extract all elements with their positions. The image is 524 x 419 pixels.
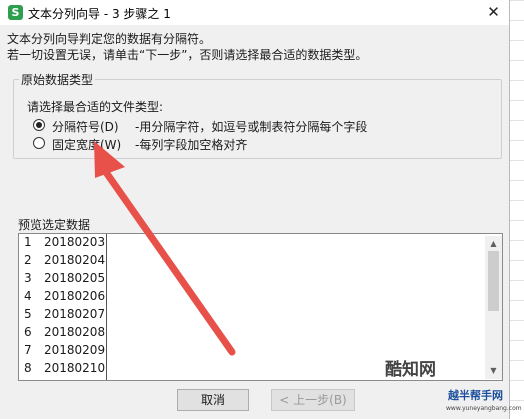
row-value: 20180207 xyxy=(44,307,106,321)
delimited-description: -用分隔字符，如逗号或制表符分隔每个字段 xyxy=(135,120,368,134)
row-value: 20180208 xyxy=(44,325,106,339)
preview-scrollbar[interactable]: ▲ ▼ xyxy=(485,236,502,379)
row-value: 20180203 xyxy=(44,235,106,249)
watermark-url: www.yuneyangbang.com xyxy=(446,405,522,412)
row-number: 5 xyxy=(24,307,32,321)
fixed-width-label[interactable]: 固定宽度(W) xyxy=(52,136,121,153)
watermark-tagline: 越半帮手网 xyxy=(448,389,503,402)
row-value: 20180205 xyxy=(44,271,106,285)
title-bar: S 文本分列向导 - 3 步骤之 1 ✕ xyxy=(0,0,509,25)
row-value: 20180210 xyxy=(44,361,106,375)
preview-column-divider[interactable] xyxy=(106,234,107,380)
original-type-legend: 原始数据类型 xyxy=(19,71,96,88)
delimited-label[interactable]: 分隔符号(D) xyxy=(52,118,119,135)
wps-app-icon: S xyxy=(8,5,23,20)
fixed-width-description: -每列字段加空格对齐 xyxy=(135,138,248,152)
intro-line-1: 文本分列向导判定您的数据有分隔符。 xyxy=(7,32,212,46)
cancel-button[interactable]: 取消 xyxy=(177,389,249,411)
row-number: 7 xyxy=(24,343,32,357)
row-number: 2 xyxy=(24,253,32,267)
file-type-prompt: 请选择最合适的文件类型: xyxy=(27,100,164,114)
close-button[interactable]: ✕ xyxy=(482,1,505,24)
watermark-logo: 酷知网 xyxy=(385,360,436,380)
scroll-thumb[interactable] xyxy=(488,251,499,311)
back-button[interactable]: < 上一步(B) xyxy=(271,389,355,411)
scroll-down-arrow-icon[interactable]: ▼ xyxy=(485,363,502,379)
row-number: 3 xyxy=(24,271,32,285)
fixed-width-radio[interactable] xyxy=(33,137,45,149)
row-number: 4 xyxy=(24,289,32,303)
row-number: 6 xyxy=(24,325,32,339)
row-value: 20180209 xyxy=(44,343,106,357)
row-value: 20180206 xyxy=(44,289,106,303)
row-value: 20180204 xyxy=(44,253,106,267)
scroll-up-arrow-icon[interactable]: ▲ xyxy=(485,236,502,252)
row-number: 8 xyxy=(24,361,32,375)
intro-line-2: 若一切设置无误，请单击“下一步”，否则请选择最合适的数据类型。 xyxy=(7,48,368,62)
preview-legend: 预览选定数据 xyxy=(16,216,93,233)
delimited-radio[interactable] xyxy=(33,119,45,131)
dialog-title: 文本分列向导 - 3 步骤之 1 xyxy=(28,7,171,21)
row-number: 1 xyxy=(24,235,32,249)
